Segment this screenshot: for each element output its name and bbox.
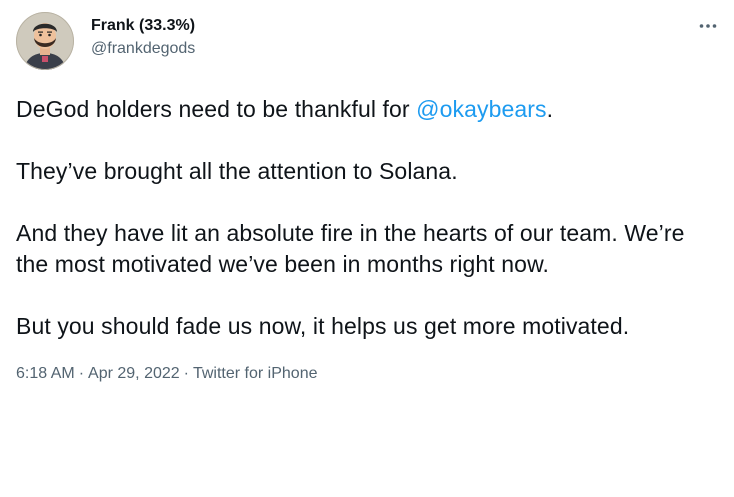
author-display-name[interactable]: Frank (33.3%) xyxy=(91,16,195,36)
tweet-source[interactable]: Twitter for iPhone xyxy=(193,364,318,384)
tweet-card: Frank (33.3%) @frankdegods DeGod holders… xyxy=(0,0,734,497)
paragraph-1-end: . xyxy=(546,96,554,122)
more-options-button[interactable] xyxy=(696,14,720,38)
meta-separator: · xyxy=(183,365,189,382)
tweet-text: DeGod holders need to be thankful for @o… xyxy=(16,94,718,342)
paragraph-1-text: DeGod holders need to be thankful for xyxy=(16,96,417,122)
tweet-date[interactable]: Apr 29, 2022 xyxy=(88,364,180,384)
tweet-header: Frank (33.3%) @frankdegods xyxy=(16,12,718,74)
cartoon-avatar-icon xyxy=(16,12,74,70)
tweet-meta: 6:18 AM · Apr 29, 2022 · Twitter for iPh… xyxy=(16,364,718,384)
author-avatar[interactable] xyxy=(16,12,74,70)
tweet-paragraph-4: But you should fade us now, it helps us … xyxy=(16,313,630,339)
tweet-paragraph-1: DeGod holders need to be thankful for @o… xyxy=(16,94,718,125)
tweet-time[interactable]: 6:18 AM xyxy=(16,364,75,384)
author-identity: Frank (33.3%) @frankdegods xyxy=(91,16,195,59)
author-handle[interactable]: @frankdegods xyxy=(91,39,195,59)
more-horizontal-icon xyxy=(699,24,717,28)
tweet-paragraph-2: They’ve brought all the attention to Sol… xyxy=(16,158,458,184)
meta-separator: · xyxy=(78,365,85,382)
mention-link-okaybears[interactable]: @okaybears xyxy=(416,96,546,122)
tweet-paragraph-3: And they have lit an absolute fire in th… xyxy=(16,220,685,277)
